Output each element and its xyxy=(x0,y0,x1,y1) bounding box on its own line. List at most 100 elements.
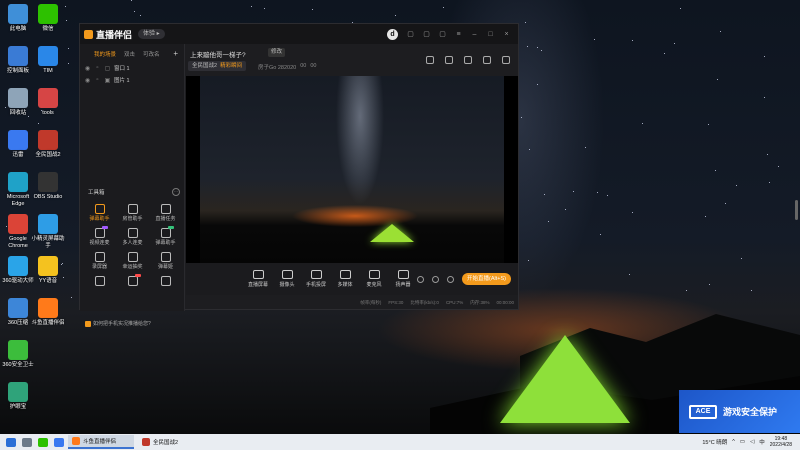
star xyxy=(544,194,545,195)
tool-icon xyxy=(127,276,138,286)
network-icon[interactable]: ▭ xyxy=(740,439,745,445)
desktop-icon[interactable]: OBS Studio xyxy=(30,172,66,201)
lock-icon[interactable]: ▫ xyxy=(94,77,101,83)
source-item[interactable]: ◉ ▫ ▢ 窗口 1 xyxy=(80,62,184,74)
category-pill[interactable]: 全民国战2 精彩瞬间 xyxy=(188,61,247,71)
toolbox-item[interactable]: 房管助手 xyxy=(116,204,149,222)
source-item[interactable]: ◉ ▫ ▣ 图片 1 xyxy=(80,74,184,86)
windows-start-icon[interactable] xyxy=(6,437,16,447)
status-item: 帧率(每秒) xyxy=(360,299,382,305)
edit-title-button[interactable]: 修改 xyxy=(268,48,286,57)
status-item: 内存:38% xyxy=(470,299,490,305)
source-button[interactable]: 扬声器 xyxy=(389,270,417,288)
toolbox-item[interactable]: 弹幕助手 xyxy=(149,226,182,246)
toolbox-item[interactable]: 视频连麦 xyxy=(83,226,116,246)
desktop-icon[interactable]: 斗鱼直播伴侣 xyxy=(30,298,66,327)
source-button[interactable]: 多媒体 xyxy=(331,270,359,288)
desktop-icon[interactable]: YY语音 xyxy=(30,256,66,285)
toolbox-item[interactable]: 幸运抽奖 xyxy=(116,252,149,270)
close-icon[interactable]: × xyxy=(503,31,510,38)
task-view-icon[interactable] xyxy=(22,437,32,447)
message-icon[interactable]: ▢ xyxy=(407,31,414,38)
desktop-icon-label: 全民国战2 xyxy=(35,152,61,158)
tab-scene-2[interactable]: 双击 xyxy=(124,50,135,58)
desktop-icon[interactable]: tools xyxy=(30,88,66,117)
chat-icon[interactable] xyxy=(464,56,472,64)
help-link-text: 如何把手机实况推播给您? xyxy=(93,321,151,327)
avatar[interactable]: d xyxy=(387,28,398,40)
source-button[interactable]: 麦克风 xyxy=(360,270,388,288)
tab-my-scene[interactable]: 我的场景 xyxy=(94,50,116,58)
settings-icon[interactable] xyxy=(447,275,455,283)
menu-icon[interactable]: ≡ xyxy=(455,31,462,38)
tray-expand-icon[interactable]: ^ xyxy=(732,439,735,445)
add-scene-button[interactable]: + xyxy=(173,49,178,58)
desktop-icon[interactable]: TIM xyxy=(30,46,66,75)
clock[interactable]: 19:48 2022/4/28 xyxy=(770,436,792,448)
star xyxy=(395,15,396,16)
timer-icon[interactable] xyxy=(432,275,440,283)
star xyxy=(741,258,742,259)
source-button[interactable]: 摄像头 xyxy=(273,270,301,288)
more-icon[interactable]: ··· xyxy=(172,188,180,196)
toolbox-item[interactable] xyxy=(83,276,116,288)
tool-icon xyxy=(160,276,171,286)
record-icon[interactable] xyxy=(417,275,425,283)
toolbox-item[interactable]: 录屏器 xyxy=(83,252,116,270)
source-button[interactable]: 手机投屏 xyxy=(302,270,330,288)
volume-icon[interactable]: ◁ xyxy=(750,439,754,445)
mail-taskbar-icon[interactable] xyxy=(54,437,64,447)
stream-preview[interactable] xyxy=(186,76,518,263)
title-bar[interactable]: 直播伴侣 体验 ▸ d ▢ ▢ ▢ ≡ – □ × xyxy=(80,24,518,44)
star xyxy=(767,154,768,155)
desktop-icon[interactable]: 微信 xyxy=(30,4,66,33)
category-name: 全民国战2 xyxy=(192,63,218,69)
taskbar-app[interactable]: 全民国战2 xyxy=(138,435,204,449)
game-security-banner[interactable]: ACE 游戏安全保护 xyxy=(679,390,800,433)
tool-icon xyxy=(94,228,105,238)
star xyxy=(71,297,72,298)
tool-icon xyxy=(160,228,171,238)
app-icon xyxy=(38,130,58,150)
toolbox-item[interactable] xyxy=(116,274,149,288)
maximize-icon[interactable]: □ xyxy=(487,31,494,38)
scrollbar[interactable] xyxy=(795,200,798,220)
star xyxy=(680,8,681,9)
help-link[interactable]: 如何把手机实况推播给您? xyxy=(85,320,151,327)
toolbox-item[interactable]: 直播任务 xyxy=(149,204,182,222)
app-icon xyxy=(8,130,28,150)
start-live-button[interactable]: 开始直播(Alt+S) xyxy=(462,273,511,285)
status-item: FPS:30 xyxy=(388,300,404,305)
tab-scene-3[interactable]: 可改名 xyxy=(143,50,160,58)
skin-icon[interactable]: ▢ xyxy=(439,31,446,38)
desktop-icon[interactable]: 护眼宝 xyxy=(0,382,36,411)
desktop-icon[interactable]: 全民国战2 xyxy=(30,130,66,159)
trial-pill[interactable]: 体验 ▸ xyxy=(138,29,165,39)
toolbox-item[interactable]: 多人连麦 xyxy=(116,228,149,246)
taskbar-app[interactable]: 斗鱼直播伴侣 xyxy=(68,435,134,449)
star xyxy=(131,0,132,1)
toolbox-header: 工具箱 ··· xyxy=(88,188,180,196)
gift-icon[interactable]: ▢ xyxy=(423,31,430,38)
lock-icon[interactable] xyxy=(445,56,453,64)
desktop-icon[interactable]: 小精灵屏幕助手 xyxy=(30,214,66,250)
eye-icon[interactable]: ◉ xyxy=(84,65,91,72)
ime-icon[interactable]: 中 xyxy=(759,438,765,446)
layout-icon[interactable] xyxy=(426,56,434,64)
taskbar-app-icon xyxy=(142,438,150,446)
desktop-icon[interactable]: 360安全卫士 xyxy=(0,340,36,369)
minimize-icon[interactable]: – xyxy=(471,31,478,38)
toolbox-item[interactable] xyxy=(149,276,182,288)
star xyxy=(312,9,313,10)
wechat-taskbar-icon[interactable] xyxy=(38,437,48,447)
share-icon[interactable] xyxy=(502,56,510,64)
source-button[interactable]: 直播屏幕 xyxy=(244,270,272,288)
bell-icon[interactable] xyxy=(483,56,491,64)
weather-text[interactable]: 15°C 晴朗 xyxy=(702,438,727,446)
toolbox-item[interactable]: 弹幕助手 xyxy=(83,204,116,222)
eye-icon[interactable]: ◉ xyxy=(84,77,91,84)
lock-icon[interactable]: ▫ xyxy=(94,65,101,71)
toolbox-item[interactable]: 弹幕姬 xyxy=(149,252,182,270)
left-panel: 我的场景 双击 可改名 + ◉ ▫ ▢ 窗口 1 ◉ ▫ ▣ 图片 1 工具箱 … xyxy=(80,44,185,327)
tool-badge xyxy=(135,274,141,277)
